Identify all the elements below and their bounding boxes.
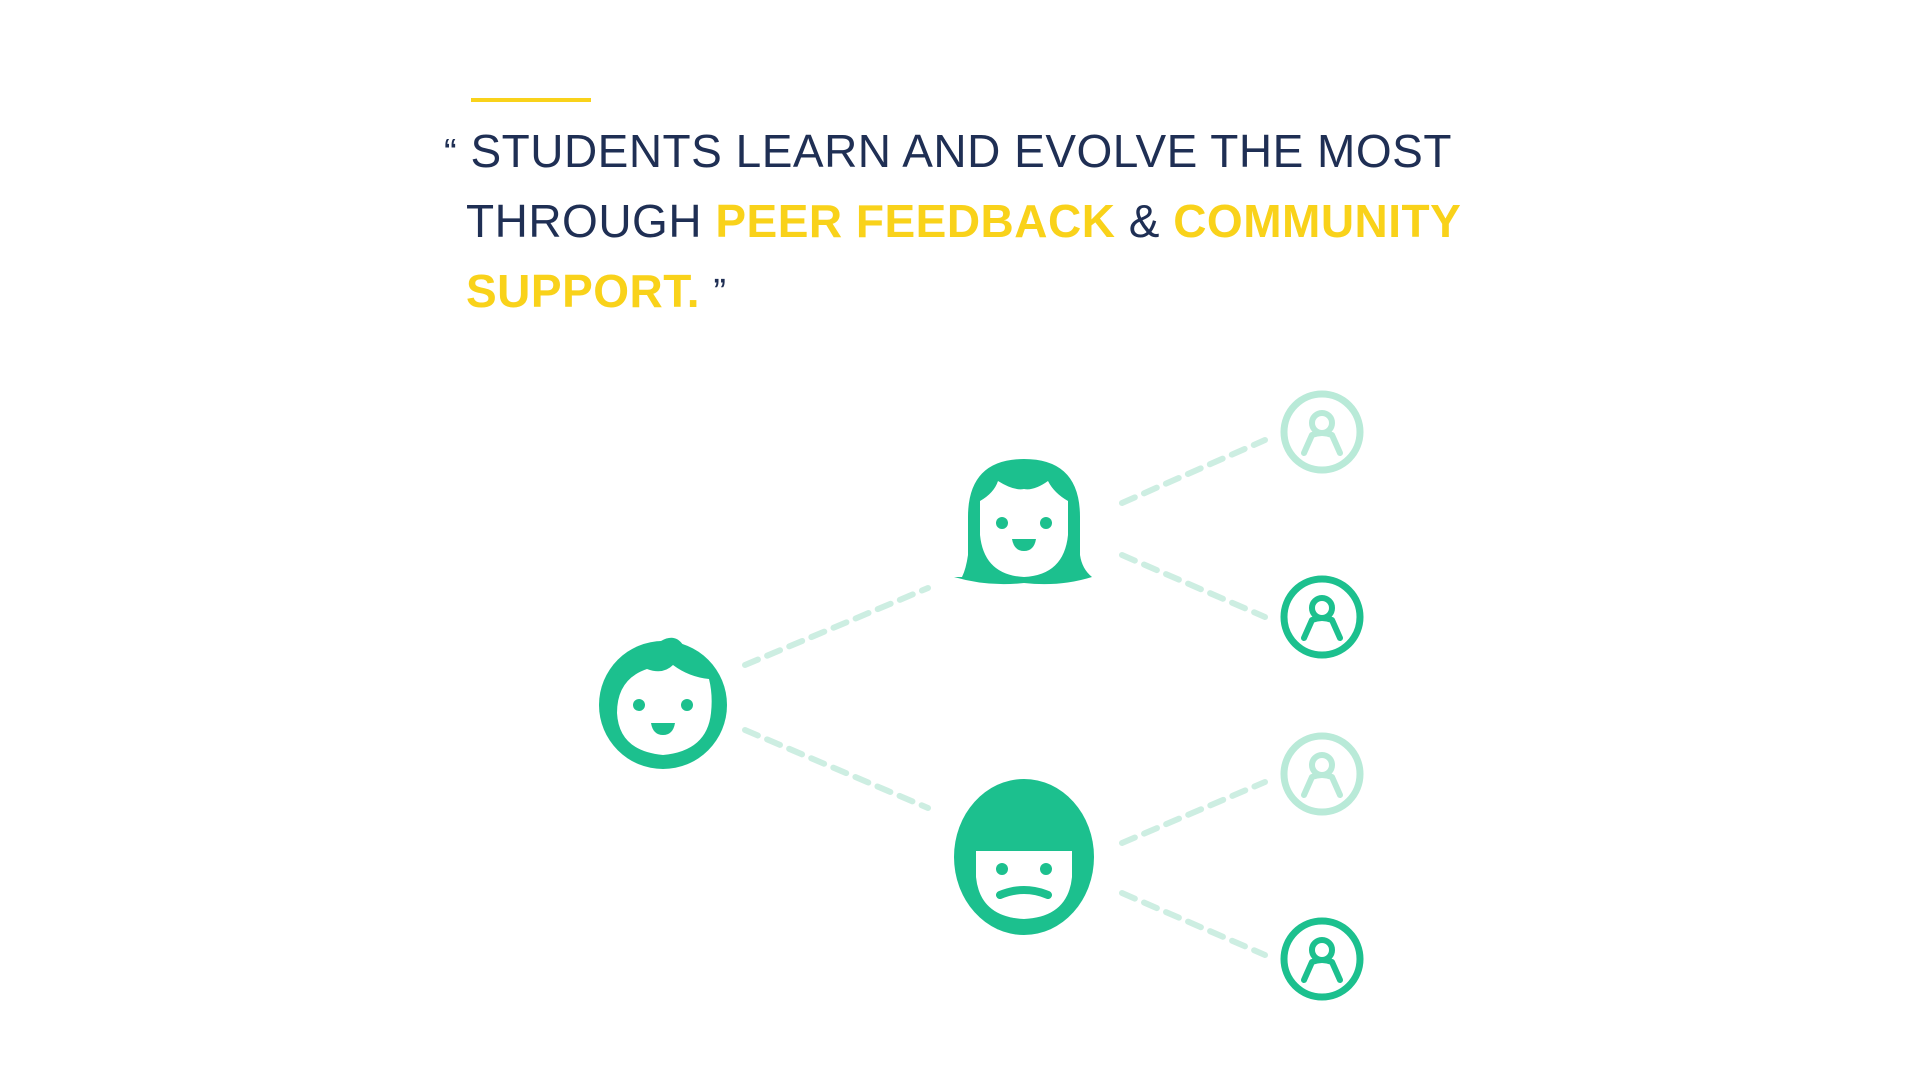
user-circle-icon — [1284, 921, 1360, 997]
peer-network-diagram — [599, 0, 1920, 1080]
connector-student-to-bowlcut — [742, 727, 931, 811]
user-circle-icon — [1284, 736, 1360, 812]
bowlcut-face-icon — [954, 779, 1094, 935]
connector-girl-to-community-1 — [1119, 437, 1268, 506]
user-circle-icon — [1284, 394, 1360, 470]
girl-face-icon — [954, 459, 1092, 585]
user-circle-icon — [1284, 579, 1360, 655]
connector-bowlcut-to-community-3 — [1119, 779, 1268, 846]
connector-girl-to-community-2 — [1119, 552, 1268, 620]
slide: “ STUDENTS LEARN AND EVOLVE THE MOST THR… — [0, 0, 1920, 1080]
connector-bowlcut-to-community-4 — [1119, 890, 1268, 958]
boy-face-icon — [599, 637, 727, 769]
connector-student-to-girl — [742, 585, 931, 668]
